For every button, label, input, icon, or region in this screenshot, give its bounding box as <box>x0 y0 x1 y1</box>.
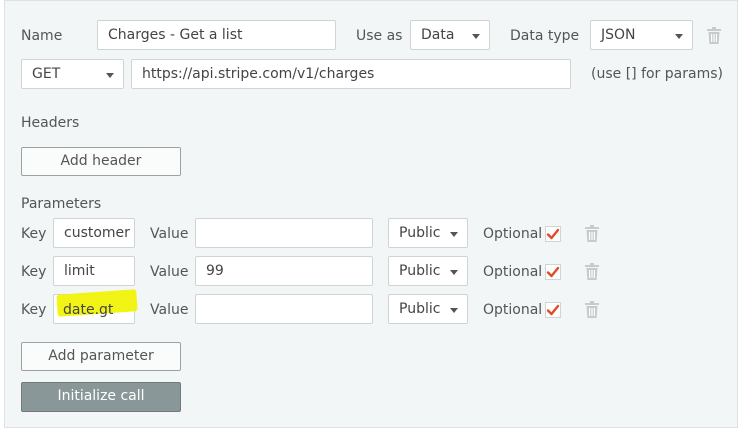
add-header-button[interactable]: Add header <box>21 147 181 176</box>
method-value: GET <box>32 66 61 82</box>
param-value-label: Value <box>150 264 189 280</box>
name-input[interactable]: Charges - Get a list <box>97 20 336 50</box>
use-as-label: Use as <box>356 28 403 44</box>
headers-section-label: Headers <box>21 115 80 131</box>
chevron-down-icon <box>450 232 458 237</box>
param-value-input[interactable] <box>195 218 373 248</box>
parameters-section-label: Parameters <box>21 196 102 212</box>
use-as-value: Data <box>421 27 455 43</box>
param-value-label: Value <box>150 302 189 318</box>
chevron-down-icon <box>675 34 683 39</box>
param-visibility-value: Public <box>399 225 441 241</box>
param-optional-label: Optional <box>483 264 543 280</box>
name-label: Name <box>21 28 63 44</box>
url-input[interactable]: https://api.stripe.com/v1/charges <box>131 59 571 89</box>
add-parameter-button[interactable]: Add parameter <box>21 342 181 371</box>
optional-checkbox[interactable] <box>545 302 561 318</box>
trash-icon[interactable] <box>585 263 599 280</box>
method-dropdown[interactable]: GET <box>21 59 124 89</box>
optional-checkbox[interactable] <box>545 226 561 242</box>
param-visibility-dropdown[interactable]: Public <box>388 256 468 286</box>
param-visibility-dropdown[interactable]: Public <box>388 294 468 324</box>
chevron-down-icon <box>450 270 458 275</box>
param-key-label: Key <box>21 302 47 318</box>
optional-checkbox[interactable] <box>545 264 561 280</box>
data-type-value: JSON <box>601 27 636 43</box>
param-key-value: date.gt <box>63 302 114 318</box>
trash-icon[interactable] <box>707 27 721 44</box>
initialize-call-button[interactable]: Initialize call <box>21 382 181 412</box>
param-visibility-value: Public <box>399 301 441 317</box>
param-key-input[interactable]: limit <box>53 256 135 286</box>
param-key-label: Key <box>21 226 47 242</box>
trash-icon[interactable] <box>585 225 599 242</box>
data-type-dropdown[interactable]: JSON <box>590 20 693 50</box>
chevron-down-icon <box>106 73 114 78</box>
param-key-input[interactable]: customer <box>53 218 135 248</box>
param-value-label: Value <box>150 226 189 242</box>
use-as-dropdown[interactable]: Data <box>410 20 490 50</box>
param-optional-label: Optional <box>483 226 543 242</box>
chevron-down-icon <box>472 34 480 39</box>
param-key-label: Key <box>21 264 47 280</box>
param-visibility-value: Public <box>399 263 441 279</box>
param-optional-label: Optional <box>483 302 543 318</box>
trash-icon[interactable] <box>585 301 599 318</box>
chevron-down-icon <box>450 308 458 313</box>
params-hint: (use [] for params) <box>591 66 723 82</box>
data-type-label: Data type <box>510 28 580 44</box>
param-value-input[interactable]: 99 <box>195 256 373 286</box>
param-value-input[interactable] <box>195 294 373 324</box>
param-visibility-dropdown[interactable]: Public <box>388 218 468 248</box>
